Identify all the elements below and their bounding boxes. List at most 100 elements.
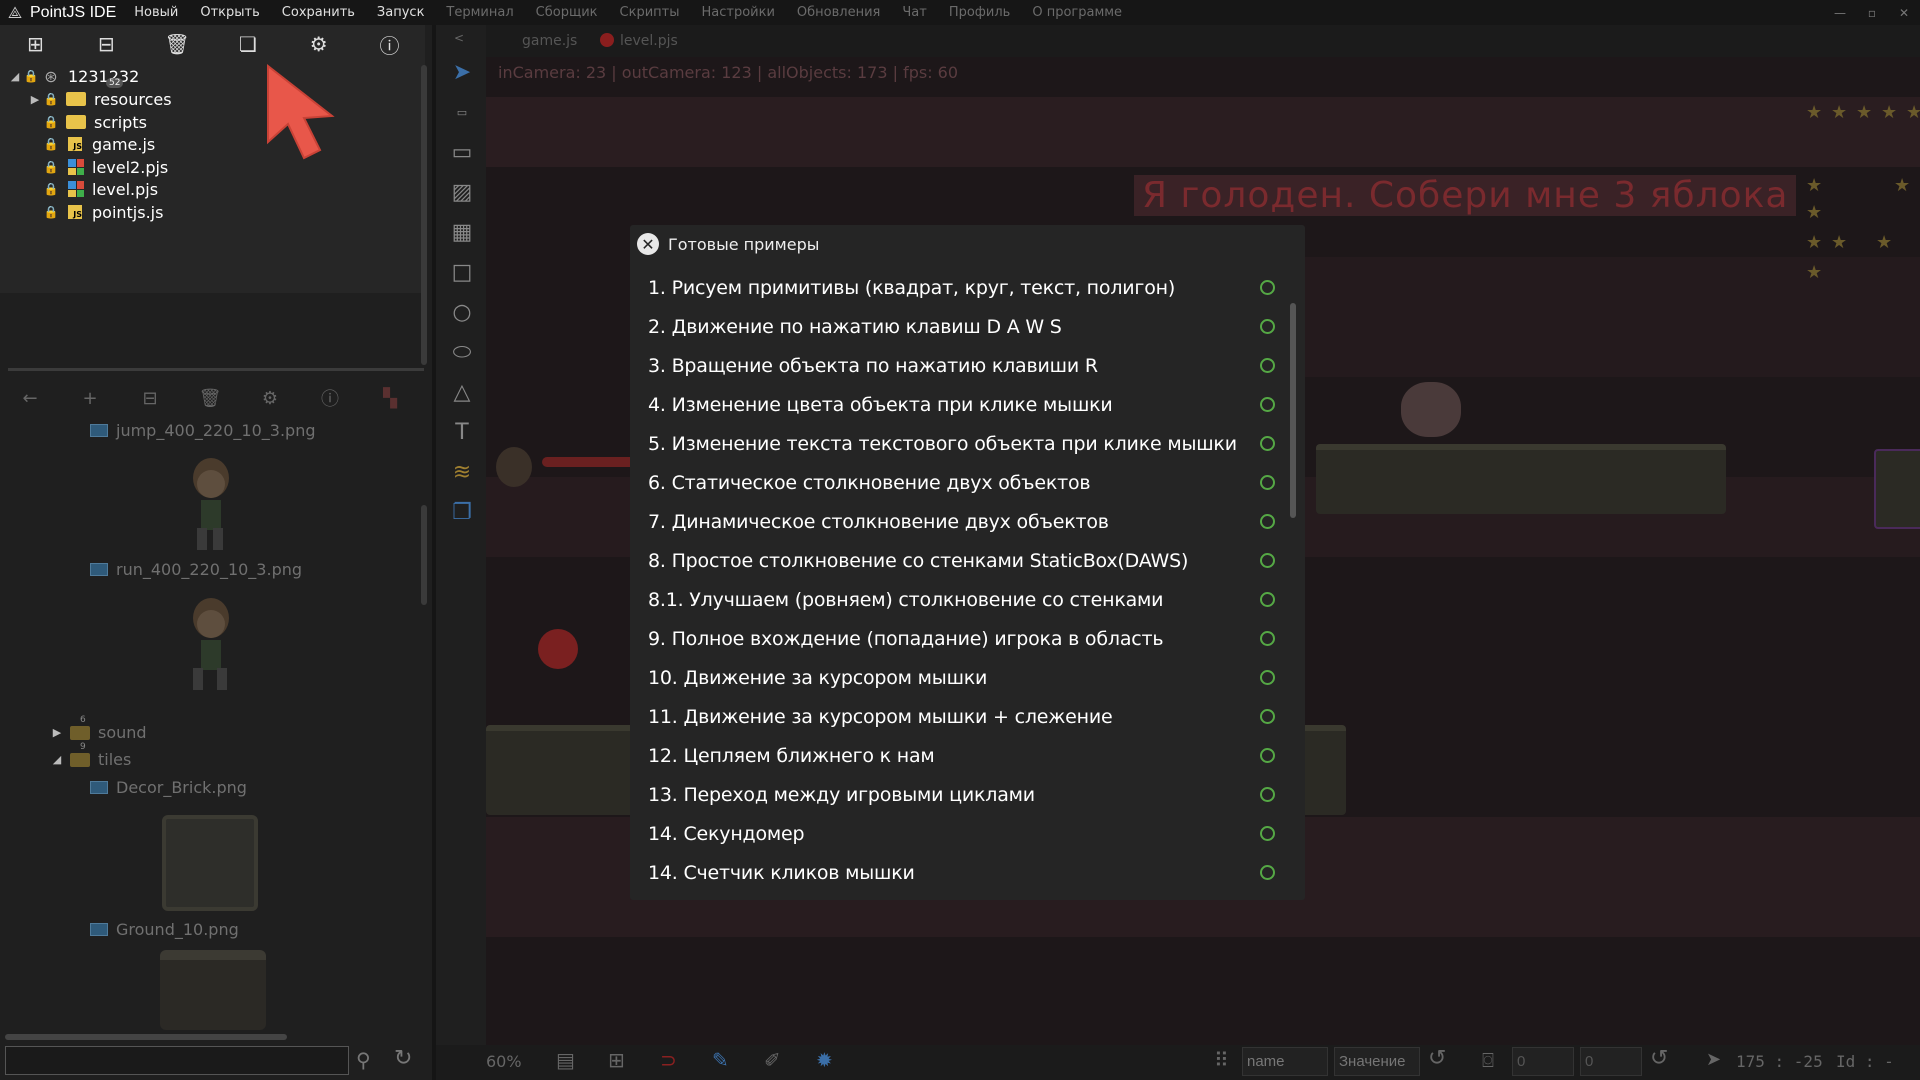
window-icon[interactable]: ▤ (556, 1048, 575, 1072)
horizontal-scrollbar[interactable] (5, 1034, 287, 1040)
menu-updates[interactable]: Обновления (797, 5, 880, 20)
sprite-icon[interactable]: ✹ (816, 1048, 833, 1072)
resource-file[interactable]: Decor_Brick.png (90, 778, 247, 797)
thumbnail-ground[interactable] (160, 950, 266, 1030)
example-item[interactable]: 7. Динамическое столкновение двух объект… (648, 502, 1288, 541)
menu-settings[interactable]: Настройки (701, 5, 774, 20)
collapse-panel-icon[interactable]: < (454, 31, 464, 45)
palette-icon[interactable]: ▚ (360, 388, 420, 409)
gear-icon[interactable]: ⚙ (240, 388, 300, 409)
help-icon[interactable]: ⓘ (354, 30, 425, 59)
gear-icon[interactable]: ⚙ (283, 32, 354, 56)
text-tool-icon[interactable]: T (448, 419, 476, 447)
back-arrow-icon[interactable]: ← (0, 388, 60, 409)
expand-arrow-icon[interactable]: ◢ (8, 70, 22, 83)
tab-level-pjs[interactable]: level.pjs (600, 33, 678, 49)
layers-tool-icon[interactable]: ≋ (448, 459, 476, 487)
example-item[interactable]: 14. Счетчик кликов мышки (648, 853, 1288, 892)
resource-folder-sound[interactable]: ▶ 6 sound (50, 715, 147, 742)
camera-icon[interactable]: ⌼ (1482, 1048, 1494, 1072)
example-item[interactable]: 14. Секундомер (648, 814, 1288, 853)
menu-profile[interactable]: Профиль (949, 5, 1011, 20)
undo-icon[interactable]: ↺ (1428, 1046, 1446, 1071)
example-item[interactable]: 12. Цепляем ближнего к нам (648, 736, 1288, 775)
apple-sprite[interactable] (538, 629, 578, 669)
menu-run[interactable]: Запуск (377, 5, 425, 20)
thumbnail-jump[interactable] (175, 450, 245, 560)
resource-search-input[interactable] (5, 1046, 349, 1075)
grid-icon[interactable]: ⊞ (608, 1048, 625, 1072)
zoom-level[interactable]: 60% (486, 1052, 522, 1071)
monster-sprite[interactable] (1401, 382, 1461, 437)
thumbnail-decor-brick[interactable] (162, 815, 258, 911)
close-window-button[interactable]: ✕ (1888, 6, 1920, 20)
player-sprite[interactable] (496, 447, 532, 487)
example-item[interactable]: 10. Движение за курсором мышки (648, 658, 1288, 697)
property-value-input[interactable] (1334, 1047, 1420, 1076)
x-input[interactable] (1512, 1047, 1574, 1076)
collapse-arrow-icon[interactable]: ▶ (50, 726, 64, 739)
modal-scrollbar[interactable] (1290, 303, 1296, 518)
tree-item-pointjs-js[interactable]: 🔒 JS pointjs.js (42, 199, 164, 225)
polygon-tool-icon[interactable]: △ (448, 379, 476, 407)
platform[interactable] (1316, 444, 1726, 514)
example-item[interactable]: 13. Переход между игровыми циклами (648, 775, 1288, 814)
thumbnail-run[interactable] (175, 590, 245, 700)
panel-splitter[interactable] (8, 368, 424, 371)
example-item[interactable]: 9. Полное вхождение (попадание) игрока в… (648, 619, 1288, 658)
menu-terminal[interactable]: Терминал (446, 5, 513, 20)
example-item[interactable]: 5. Изменение текста текстового объекта п… (648, 424, 1288, 463)
expand-arrow-icon[interactable]: ◢ (50, 753, 64, 766)
example-item[interactable]: 2. Движение по нажатию клавиш D A W S (648, 307, 1288, 346)
resource-folder-tiles[interactable]: ◢ 9 tiles (50, 742, 132, 769)
resources-scrollbar[interactable] (421, 505, 427, 605)
circle-tool-icon[interactable]: ○ (448, 299, 476, 327)
image-tool-icon[interactable]: ▭ (448, 99, 476, 127)
maximize-button[interactable]: ▫ (1856, 6, 1888, 20)
refresh-icon[interactable]: ↻ (394, 1046, 412, 1071)
menu-about[interactable]: О программе (1032, 5, 1122, 20)
resource-file[interactable]: run_400_220_10_3.png (90, 560, 302, 579)
example-item[interactable]: 4. Изменение цвета объекта при клике мыш… (648, 385, 1288, 424)
menu-new[interactable]: Новый (134, 5, 178, 20)
menu-chat[interactable]: Чат (902, 5, 926, 20)
search-icon[interactable]: ⚲ (356, 1048, 371, 1072)
ellipse-tool-icon[interactable]: ⬭ (448, 339, 476, 367)
animation-tool-icon[interactable]: ▦ (448, 219, 476, 247)
tab-game-js[interactable]: game.js (522, 33, 577, 49)
copy-tool-icon[interactable]: ❐ (448, 499, 476, 527)
square-tool-icon[interactable]: □ (448, 259, 476, 287)
plus-icon[interactable]: + (60, 388, 120, 409)
select-tool-icon[interactable]: ➤ (448, 59, 476, 87)
game-hint-text[interactable]: Я голоден. Собери мне 3 яблока (1134, 175, 1797, 216)
trash-icon[interactable]: 🗑 (180, 388, 240, 409)
menu-open[interactable]: Открыть (200, 5, 259, 20)
example-item[interactable]: 6. Статическое столкновение двух объекто… (648, 463, 1288, 502)
background-tool-icon[interactable]: ▨ (448, 179, 476, 207)
platform-block[interactable] (1874, 449, 1920, 529)
trash-icon[interactable]: 🗑 (142, 32, 213, 56)
example-item[interactable]: 8.1. Улучшаем (ровняем) столкновение со … (648, 580, 1288, 619)
pen-icon[interactable]: ✐ (764, 1048, 781, 1072)
add-folder-icon[interactable]: ⊟ (71, 32, 142, 56)
menu-save[interactable]: Сохранить (282, 5, 355, 20)
example-item[interactable]: 11. Движение за курсором мышки + слежени… (648, 697, 1288, 736)
example-item[interactable]: 3. Вращение объекта по нажатию клавиши R (648, 346, 1288, 385)
collapse-arrow-icon[interactable]: ▶ (28, 93, 42, 106)
reset-icon[interactable]: ↺ (1650, 1046, 1668, 1071)
resource-file[interactable]: Ground_10.png (90, 920, 239, 939)
close-icon[interactable]: ✕ (637, 233, 659, 255)
rectangle-tool-icon[interactable]: ▭ (448, 139, 476, 167)
brush-icon[interactable]: ✎ (712, 1048, 729, 1072)
add-file-icon[interactable]: ⊞ (0, 32, 71, 56)
menu-scripts[interactable]: Скрипты (620, 5, 680, 20)
menu-builder[interactable]: Сборщик (536, 5, 598, 20)
property-name-input[interactable] (1242, 1047, 1328, 1076)
magnet-icon[interactable]: ⊃ (660, 1048, 677, 1072)
minimize-button[interactable]: — (1824, 6, 1856, 20)
dots-grid-icon[interactable]: ⠿ (1214, 1048, 1229, 1072)
help-icon[interactable]: ⓘ (300, 385, 360, 411)
tree-scrollbar[interactable] (421, 65, 427, 365)
folder-add-icon[interactable]: ⊟ (120, 388, 180, 409)
example-item[interactable]: 8. Простое столкновение со стенками Stat… (648, 541, 1288, 580)
